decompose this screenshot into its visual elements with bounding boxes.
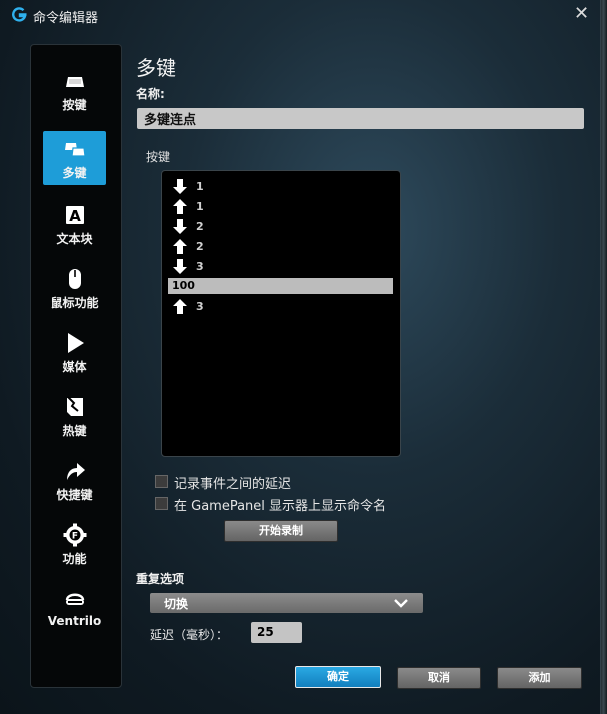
key-up-arrow-icon bbox=[173, 199, 187, 214]
sidebar-item-shortcut[interactable]: 快捷键 bbox=[43, 453, 106, 507]
sidebar-item-label: 热键 bbox=[62, 424, 87, 438]
multikey-icon bbox=[64, 143, 86, 157]
mouse-icon bbox=[68, 269, 81, 289]
cancel-button[interactable]: 取消 bbox=[397, 667, 481, 689]
command-editor-window: 命令编辑器 ✕ 按键 多键 A 文本块 鼠标功能 媒体 热键 快捷键 F 功能 … bbox=[0, 0, 601, 714]
key-down-arrow-icon bbox=[173, 259, 187, 274]
name-label: 名称: bbox=[136, 87, 165, 101]
keystroke-key: 3 bbox=[196, 260, 204, 273]
svg-text:A: A bbox=[69, 207, 81, 225]
record-delays-label: 记录事件之间的延迟 bbox=[174, 477, 292, 492]
delay-edit-field[interactable]: 100 bbox=[168, 278, 393, 294]
keystroke-key: 2 bbox=[196, 220, 204, 233]
chevron-down-icon bbox=[394, 599, 408, 608]
play-icon bbox=[67, 333, 84, 353]
repeat-mode-select[interactable]: 切换 bbox=[150, 593, 423, 613]
sidebar-item-label: 多键 bbox=[62, 166, 87, 180]
hotkey-icon bbox=[66, 396, 83, 416]
ok-button[interactable]: 确定 bbox=[295, 666, 381, 688]
keystroke-key: 1 bbox=[196, 180, 204, 193]
sidebar-item-hotkey[interactable]: 热键 bbox=[43, 389, 106, 443]
sidebar-item-function[interactable]: F 功能 bbox=[43, 517, 106, 571]
delay-ms-input[interactable]: 25 bbox=[251, 622, 302, 643]
start-recording-button[interactable]: 开始录制 bbox=[224, 520, 338, 542]
key-icon bbox=[65, 77, 84, 87]
show-in-gamepanel-checkbox[interactable] bbox=[155, 497, 168, 510]
svg-text:F: F bbox=[71, 532, 77, 542]
keystroke-list[interactable]: 1 1 2 2 3 3 bbox=[161, 170, 401, 457]
command-type-sidebar: 按键 多键 A 文本块 鼠标功能 媒体 热键 快捷键 F 功能 Ventrilo bbox=[30, 44, 122, 688]
show-in-gamepanel-label: 在 GamePanel 显示器上显示命令名 bbox=[174, 499, 387, 514]
delay-ms-label: 延迟（毫秒）： bbox=[150, 628, 229, 642]
keystroke-row[interactable]: 1 bbox=[173, 178, 393, 197]
sidebar-item-label: 媒体 bbox=[62, 360, 87, 374]
keystrokes-label: 按键 bbox=[146, 150, 171, 164]
record-delays-checkbox[interactable] bbox=[155, 475, 168, 488]
window-title: 命令编辑器 bbox=[33, 11, 99, 26]
keystroke-row[interactable]: 3 bbox=[173, 258, 393, 277]
sidebar-item-media[interactable]: 媒体 bbox=[43, 325, 106, 379]
sidebar-item-multikey[interactable]: 多键 bbox=[43, 131, 106, 185]
headset-icon bbox=[65, 593, 84, 605]
function-gear-icon: F bbox=[63, 523, 86, 547]
keystroke-key: 1 bbox=[196, 200, 204, 213]
keystroke-key: 2 bbox=[196, 240, 204, 253]
sidebar-item-label: 按键 bbox=[62, 98, 87, 112]
key-down-arrow-icon bbox=[173, 219, 187, 234]
sidebar-item-label: 快捷键 bbox=[56, 488, 93, 502]
key-down-arrow-icon bbox=[173, 179, 187, 194]
key-up-arrow-icon bbox=[173, 299, 187, 314]
background-edge bbox=[600, 0, 607, 714]
sidebar-item-key[interactable]: 按键 bbox=[43, 63, 106, 117]
keystroke-row[interactable]: 1 bbox=[173, 198, 393, 217]
keystroke-row[interactable]: 2 bbox=[173, 238, 393, 257]
title-bar: 命令编辑器 ✕ bbox=[0, 0, 600, 30]
sidebar-item-text-block[interactable]: A 文本块 bbox=[43, 197, 106, 251]
command-name-input[interactable] bbox=[137, 108, 584, 129]
logitech-g-logo-icon bbox=[12, 7, 27, 22]
page-title: 多键 bbox=[136, 56, 176, 80]
shortcut-arrow-icon bbox=[66, 463, 85, 480]
add-button[interactable]: 添加 bbox=[497, 667, 582, 689]
keystroke-row[interactable]: 2 bbox=[173, 218, 393, 237]
sidebar-item-label: Ventrilo bbox=[47, 614, 102, 628]
keystroke-key: 3 bbox=[196, 300, 204, 313]
sidebar-item-ventrilo[interactable]: Ventrilo bbox=[43, 581, 106, 635]
repeat-options-label: 重复选项 bbox=[136, 572, 185, 586]
text-block-icon: A bbox=[65, 206, 84, 225]
sidebar-item-label: 鼠标功能 bbox=[50, 296, 99, 310]
sidebar-item-mouse[interactable]: 鼠标功能 bbox=[43, 261, 106, 315]
key-up-arrow-icon bbox=[173, 239, 187, 254]
repeat-mode-value: 切换 bbox=[164, 597, 189, 611]
sidebar-item-label: 功能 bbox=[62, 552, 87, 566]
keystroke-row[interactable]: 3 bbox=[173, 298, 393, 317]
sidebar-item-label: 文本块 bbox=[56, 232, 93, 246]
close-icon[interactable]: ✕ bbox=[574, 4, 589, 24]
